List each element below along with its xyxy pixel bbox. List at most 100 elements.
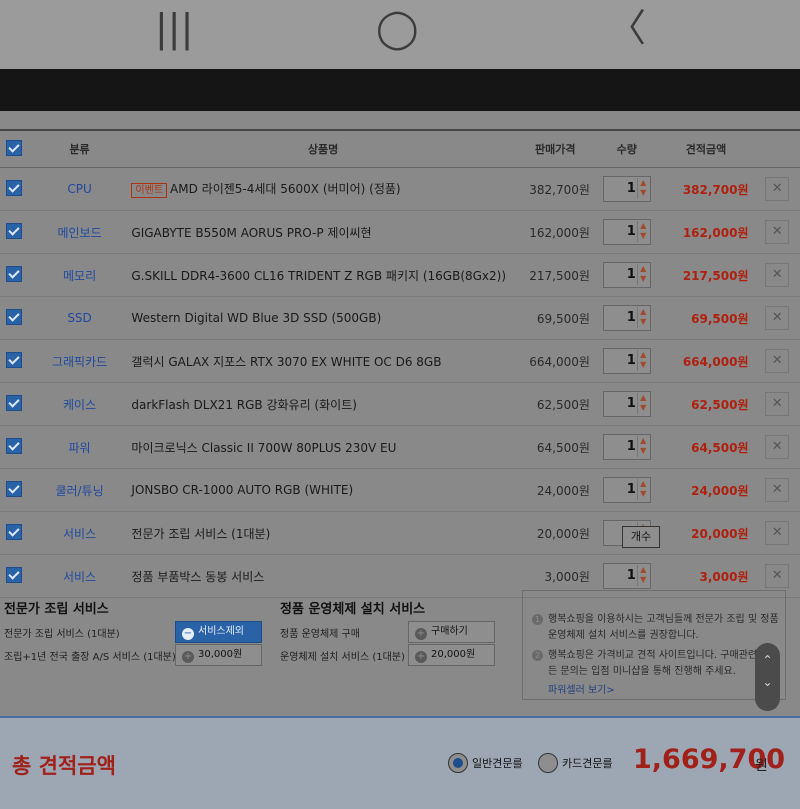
quantity-value[interactable]: 1 <box>604 349 636 373</box>
row-checkbox[interactable] <box>5 179 22 196</box>
qty-up-icon[interactable]: ▲ <box>638 565 649 575</box>
row-checkbox[interactable] <box>5 437 22 454</box>
row-checkbox[interactable] <box>5 351 22 368</box>
quantity-stepper[interactable]: 1▲▼ <box>602 434 651 460</box>
row-product[interactable]: 전문가 조립 서비스 (1대분) <box>131 511 515 555</box>
qty-down-icon[interactable]: ▼ <box>638 274 649 284</box>
qty-down-icon[interactable]: ▼ <box>638 231 649 241</box>
delete-icon[interactable]: ✕ <box>765 177 790 201</box>
power-seller-link[interactable]: 파워셀러 보기> <box>548 681 615 696</box>
product-name[interactable]: AMD 라이젠5-4세대 5600X (버미어) (정품) <box>170 182 401 196</box>
qty-down-icon[interactable]: ▼ <box>638 360 649 370</box>
row-category[interactable]: 그래픽카드 <box>27 339 132 383</box>
delete-icon[interactable]: ✕ <box>765 349 790 373</box>
quantity-value[interactable]: 1 <box>604 177 636 201</box>
quantity-stepper[interactable]: 1▲▼ <box>602 477 651 503</box>
delete-icon[interactable]: ✕ <box>765 220 790 244</box>
product-name[interactable]: 마이크로닉스 Classic II 700W 80PLUS 230V EU <box>131 441 396 455</box>
quantity-value[interactable]: 1 <box>604 306 636 330</box>
general-quote-radio[interactable] <box>448 753 468 773</box>
os-install-button[interactable]: +20,000원 <box>408 644 495 666</box>
row-product[interactable]: G.SKILL DDR4-3600 CL16 TRIDENT Z RGB 패키지… <box>131 253 515 297</box>
qty-up-icon[interactable]: ▲ <box>638 393 649 403</box>
row-product[interactable]: JONSBO CR-1000 AUTO RGB (WHITE) <box>131 468 515 512</box>
row-checkbox[interactable] <box>5 265 22 282</box>
quantity-value[interactable]: 1 <box>604 564 636 588</box>
scroll-buttons[interactable]: ⌃ ⌄ <box>755 643 780 711</box>
qty-down-icon[interactable]: ▼ <box>638 489 649 499</box>
qty-up-icon[interactable]: ▲ <box>638 479 649 489</box>
scroll-down-icon[interactable]: ⌄ <box>755 675 780 689</box>
qty-down-icon[interactable]: ▼ <box>638 188 649 198</box>
quantity-stepper[interactable]: 1▲▼ <box>602 348 651 374</box>
os-buy-button[interactable]: + 구매하기 <box>408 621 495 643</box>
qty-up-icon[interactable]: ▲ <box>638 307 649 317</box>
back-icon[interactable]: 〈 <box>608 8 646 48</box>
qty-up-icon[interactable]: ▲ <box>638 221 649 231</box>
qty-up-icon[interactable]: ▲ <box>638 178 649 188</box>
quantity-stepper[interactable]: 1▲▼ <box>602 262 651 288</box>
service-exclude-button[interactable]: − 서비스제외 <box>175 621 262 643</box>
qty-down-icon[interactable]: ▼ <box>638 403 649 413</box>
qty-up-icon[interactable]: ▲ <box>638 436 649 446</box>
product-name[interactable]: darkFlash DLX21 RGB 강화유리 (화이트) <box>131 398 357 412</box>
recent-apps-icon[interactable]: ||| <box>155 8 193 48</box>
product-name[interactable]: G.SKILL DDR4-3600 CL16 TRIDENT Z RGB 패키지… <box>131 269 506 283</box>
qty-up-icon[interactable]: ▲ <box>638 264 649 274</box>
assembly-as-button[interactable]: +30,000원 <box>175 644 262 666</box>
delete-icon[interactable]: ✕ <box>765 521 790 545</box>
row-category[interactable]: 케이스 <box>27 382 132 426</box>
qty-down-icon[interactable]: ▼ <box>638 317 649 327</box>
quantity-stepper[interactable]: 1▲▼ <box>602 219 651 245</box>
product-name[interactable]: 갤럭시 GALAX 지포스 RTX 3070 EX WHITE OC D6 8G… <box>131 355 441 369</box>
row-category[interactable]: 쿨러/튜닝 <box>27 468 132 512</box>
row-category[interactable]: 메인보드 <box>27 210 132 254</box>
product-name[interactable]: 전문가 조립 서비스 (1대분) <box>131 527 270 541</box>
row-category[interactable]: 서비스 <box>27 554 132 598</box>
delete-icon[interactable]: ✕ <box>765 564 790 588</box>
delete-icon[interactable]: ✕ <box>765 392 790 416</box>
card-quote-radio[interactable] <box>538 753 558 773</box>
product-name[interactable]: JONSBO CR-1000 AUTO RGB (WHITE) <box>131 483 353 497</box>
quantity-stepper[interactable]: 1▲▼ <box>602 176 651 202</box>
row-checkbox[interactable] <box>5 523 22 540</box>
row-product[interactable]: GIGABYTE B550M AORUS PRO-P 제이씨현 <box>131 210 515 254</box>
row-product[interactable]: 마이크로닉스 Classic II 700W 80PLUS 230V EU <box>131 425 515 469</box>
row-checkbox[interactable] <box>5 480 22 497</box>
row-checkbox[interactable] <box>5 394 22 411</box>
row-product[interactable]: Western Digital WD Blue 3D SSD (500GB) <box>131 296 515 340</box>
quantity-value[interactable]: 1 <box>604 435 636 459</box>
quantity-value[interactable]: 1 <box>604 263 636 287</box>
delete-icon[interactable]: ✕ <box>765 435 790 459</box>
row-category[interactable]: SSD <box>27 296 132 340</box>
select-all-checkbox[interactable] <box>5 139 22 156</box>
product-name[interactable]: GIGABYTE B550M AORUS PRO-P 제이씨현 <box>131 226 371 240</box>
product-name[interactable]: Western Digital WD Blue 3D SSD (500GB) <box>131 311 381 325</box>
row-product[interactable]: darkFlash DLX21 RGB 강화유리 (화이트) <box>131 382 515 426</box>
home-icon[interactable]: ◯ <box>376 8 419 48</box>
quantity-value[interactable]: 1 <box>604 392 636 416</box>
row-checkbox[interactable] <box>5 308 22 325</box>
quantity-stepper[interactable]: 1▲▼ <box>602 305 651 331</box>
qty-up-icon[interactable]: ▲ <box>638 350 649 360</box>
delete-icon[interactable]: ✕ <box>765 263 790 287</box>
row-product[interactable]: 갤럭시 GALAX 지포스 RTX 3070 EX WHITE OC D6 8G… <box>131 339 515 383</box>
qty-down-icon[interactable]: ▼ <box>638 446 649 456</box>
qty-down-icon[interactable]: ▼ <box>638 575 649 585</box>
quantity-value[interactable]: 1 <box>604 478 636 502</box>
product-name[interactable]: 정품 부품박스 동봉 서비스 <box>131 570 264 584</box>
quantity-stepper[interactable]: 1▲▼ <box>602 391 651 417</box>
scroll-up-icon[interactable]: ⌃ <box>755 653 780 667</box>
row-checkbox[interactable] <box>5 222 22 239</box>
row-category[interactable]: 메모리 <box>27 253 132 297</box>
delete-icon[interactable]: ✕ <box>765 478 790 502</box>
row-category[interactable]: CPU <box>27 167 132 211</box>
row-checkbox[interactable] <box>5 566 22 583</box>
quantity-stepper[interactable]: 1▲▼ <box>602 563 651 589</box>
row-category[interactable]: 파워 <box>27 425 132 469</box>
row-category[interactable]: 서비스 <box>27 511 132 555</box>
row-product[interactable]: 이벤트 AMD 라이젠5-4세대 5600X (버미어) (정품) <box>131 167 515 211</box>
delete-icon[interactable]: ✕ <box>765 306 790 330</box>
row-product[interactable]: 정품 부품박스 동봉 서비스 <box>131 554 515 598</box>
quantity-value[interactable]: 1 <box>604 220 636 244</box>
